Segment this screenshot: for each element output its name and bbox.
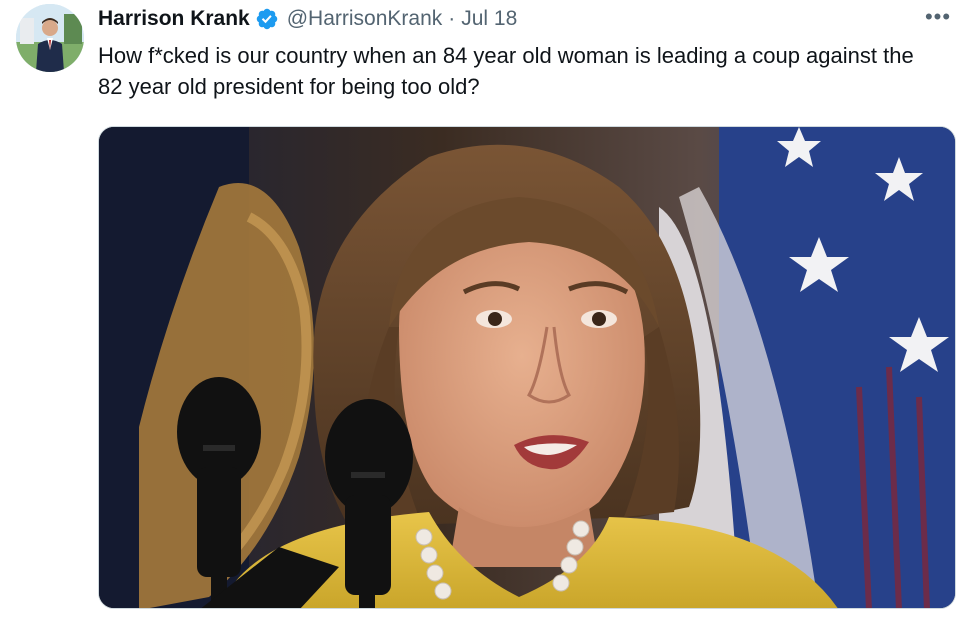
- tweet: Harrison Krank @HarrisonKrank · Jul 18 •…: [0, 0, 979, 619]
- avatar[interactable]: [16, 4, 84, 72]
- author-name[interactable]: Harrison Krank: [98, 7, 250, 31]
- tweet-date[interactable]: Jul 18: [461, 7, 517, 31]
- more-options-icon[interactable]: •••: [921, 2, 955, 32]
- tweet-text: How f*cked is our country when an 84 yea…: [98, 43, 914, 99]
- tweet-header: Harrison Krank @HarrisonKrank · Jul 18: [98, 4, 517, 34]
- author-handle[interactable]: @HarrisonKrank: [287, 7, 443, 31]
- tweet-photo[interactable]: [98, 126, 956, 609]
- verified-badge-icon: [255, 7, 279, 31]
- separator-dot: ·: [448, 7, 456, 30]
